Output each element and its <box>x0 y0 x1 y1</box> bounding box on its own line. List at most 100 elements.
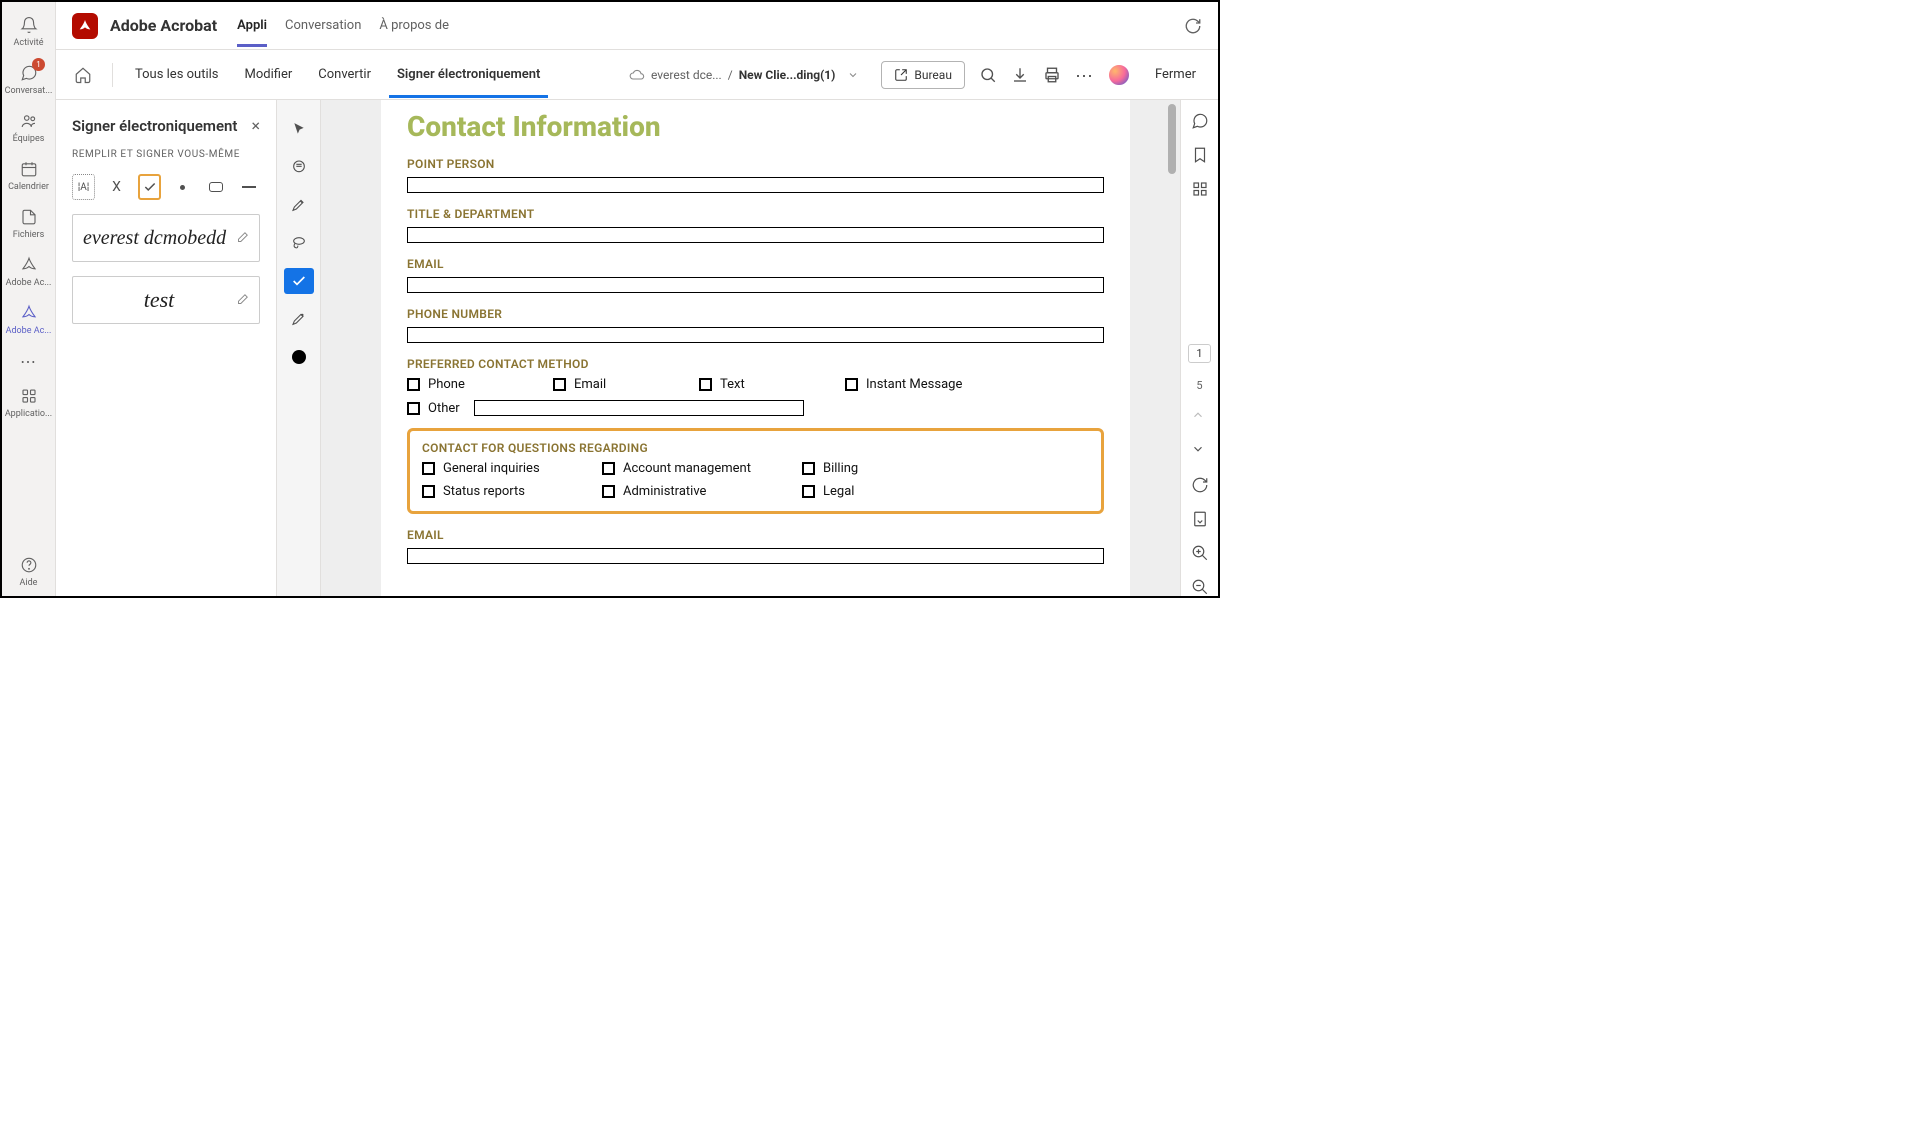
zoom-in-icon[interactable] <box>1191 544 1209 562</box>
doc-title: Contact Information <box>407 110 1104 143</box>
label-pref-method: PREFERRED CONTACT METHOD <box>407 357 1104 371</box>
tool-tab-convert[interactable]: Convertir <box>310 51 379 98</box>
file-icon <box>18 206 40 228</box>
rect-tool-icon[interactable] <box>204 174 227 200</box>
checkbox-instant[interactable]: Instant Message <box>845 377 962 392</box>
breadcrumb-folder[interactable]: everest dce... <box>651 68 722 82</box>
text-tool-icon[interactable]: ¦A¦ <box>72 174 95 200</box>
rail-item-teams[interactable]: Équipes <box>2 104 55 152</box>
print-icon[interactable] <box>1043 66 1061 84</box>
rail-item-chat[interactable]: 1 Conversat... <box>2 56 55 104</box>
rail-item-files[interactable]: Fichiers <box>2 200 55 248</box>
rail-more-icon[interactable]: ⋯ <box>12 344 45 379</box>
bookmark-icon[interactable] <box>1191 146 1209 164</box>
input-email2[interactable] <box>407 548 1104 564</box>
bell-icon <box>18 14 40 36</box>
page-fit-icon[interactable] <box>1191 510 1209 528</box>
cursor-tool-icon[interactable] <box>284 116 314 142</box>
pen-tool-icon[interactable] <box>284 306 314 332</box>
checkbox-status[interactable]: Status reports <box>422 484 552 499</box>
search-icon[interactable] <box>979 66 997 84</box>
checkbox-general[interactable]: General inquiries <box>422 461 552 476</box>
label-title-dept: TITLE & DEPARTMENT <box>407 207 1104 221</box>
checkbox-text[interactable]: Text <box>699 377 809 392</box>
label-point-person: POINT PERSON <box>407 157 1104 171</box>
rail-item-adobe-2[interactable]: Adobe Ac... <box>2 296 55 344</box>
pencil-icon[interactable] <box>235 293 249 307</box>
rail-label: Conversat... <box>5 86 53 96</box>
chevron-down-icon[interactable] <box>847 69 859 81</box>
cloud-icon <box>629 67 645 83</box>
rail-label: Équipes <box>13 134 45 144</box>
check-tool-icon[interactable] <box>138 174 161 200</box>
checkbox-phone[interactable]: Phone <box>407 377 517 392</box>
calendar-icon <box>18 158 40 180</box>
header-tab-conversation[interactable]: Conversation <box>285 4 361 47</box>
checkbox-billing[interactable]: Billing <box>802 461 858 476</box>
more-icon[interactable]: ⋯ <box>1075 66 1093 84</box>
check-annotation-icon[interactable] <box>284 268 314 294</box>
input-other[interactable] <box>474 400 804 416</box>
input-phone[interactable] <box>407 327 1104 343</box>
signature-box-1[interactable]: everest dcmobedd <box>72 214 260 262</box>
download-icon[interactable] <box>1011 66 1029 84</box>
refresh-icon[interactable] <box>1184 17 1202 35</box>
color-swatch-icon[interactable] <box>284 344 314 370</box>
input-email[interactable] <box>407 277 1104 293</box>
tool-tab-modify[interactable]: Modifier <box>237 51 301 98</box>
label-phone: PHONE NUMBER <box>407 307 1104 321</box>
document-toolbar: Tous les outils Modifier Convertir Signe… <box>56 50 1218 100</box>
sign-panel: Signer électroniquement × REMPLIR ET SIG… <box>56 100 276 596</box>
comment-tool-icon[interactable] <box>284 154 314 180</box>
close-button[interactable]: Fermer <box>1145 61 1206 88</box>
teams-rail: Activité 1 Conversat... Équipes Calendri… <box>2 2 56 596</box>
chevron-up-icon[interactable] <box>1191 408 1209 426</box>
tool-tab-sign[interactable]: Signer électroniquement <box>389 51 548 98</box>
rail-item-activity[interactable]: Activité <box>2 8 55 56</box>
right-strip: 1 5 <box>1180 100 1218 596</box>
checkbox-email[interactable]: Email <box>553 377 663 392</box>
checkbox-account[interactable]: Account management <box>602 461 752 476</box>
document-viewer[interactable]: Contact Information POINT PERSON TITLE &… <box>321 100 1180 596</box>
breadcrumb-doc[interactable]: New Clie...ding(1) <box>739 68 836 82</box>
highlight-tool-icon[interactable] <box>284 192 314 218</box>
signature-text-2: test <box>83 287 235 313</box>
zoom-out-icon[interactable] <box>1191 578 1209 596</box>
annotation-strip <box>276 100 321 596</box>
fill-tools: ¦A¦ X <box>72 174 260 200</box>
header-tab-app[interactable]: Appli <box>237 4 267 47</box>
lasso-tool-icon[interactable] <box>284 230 314 256</box>
comments-panel-icon[interactable] <box>1191 112 1209 130</box>
input-title-dept[interactable] <box>407 227 1104 243</box>
scrollbar[interactable] <box>1168 104 1176 174</box>
bureau-button[interactable]: Bureau <box>881 61 965 89</box>
acrobat-app-icon <box>72 13 98 39</box>
rail-item-calendar[interactable]: Calendrier <box>2 152 55 200</box>
thumbnails-icon[interactable] <box>1191 180 1209 198</box>
checkbox-legal[interactable]: Legal <box>802 484 854 499</box>
tool-tab-all[interactable]: Tous les outils <box>127 51 227 98</box>
x-tool-icon[interactable]: X <box>105 174 128 200</box>
input-point-person[interactable] <box>407 177 1104 193</box>
checkbox-admin[interactable]: Administrative <box>602 484 752 499</box>
page-current[interactable]: 1 <box>1188 344 1210 363</box>
dot-tool-icon[interactable] <box>171 174 194 200</box>
close-icon[interactable]: × <box>251 116 260 135</box>
people-icon <box>18 110 40 132</box>
line-tool-icon[interactable] <box>237 174 260 200</box>
chat-badge: 1 <box>32 58 45 71</box>
rail-item-apps[interactable]: Applicatio... <box>2 379 55 427</box>
signature-box-2[interactable]: test <box>72 276 260 324</box>
checkbox-other[interactable]: Other <box>407 401 460 416</box>
chevron-down-icon[interactable] <box>1191 442 1209 460</box>
home-button[interactable] <box>68 60 98 90</box>
rail-label: Aide <box>20 578 38 588</box>
highlighted-section: CONTACT FOR QUESTIONS REGARDING General … <box>407 428 1104 514</box>
rotate-icon[interactable] <box>1191 476 1209 494</box>
rail-item-adobe-1[interactable]: Adobe Ac... <box>2 248 55 296</box>
avatar[interactable] <box>1107 63 1131 87</box>
rail-item-help[interactable]: Aide <box>2 548 55 596</box>
document-page: Contact Information POINT PERSON TITLE &… <box>381 100 1130 596</box>
pencil-icon[interactable] <box>235 231 249 245</box>
header-tab-about[interactable]: À propos de <box>379 4 449 47</box>
